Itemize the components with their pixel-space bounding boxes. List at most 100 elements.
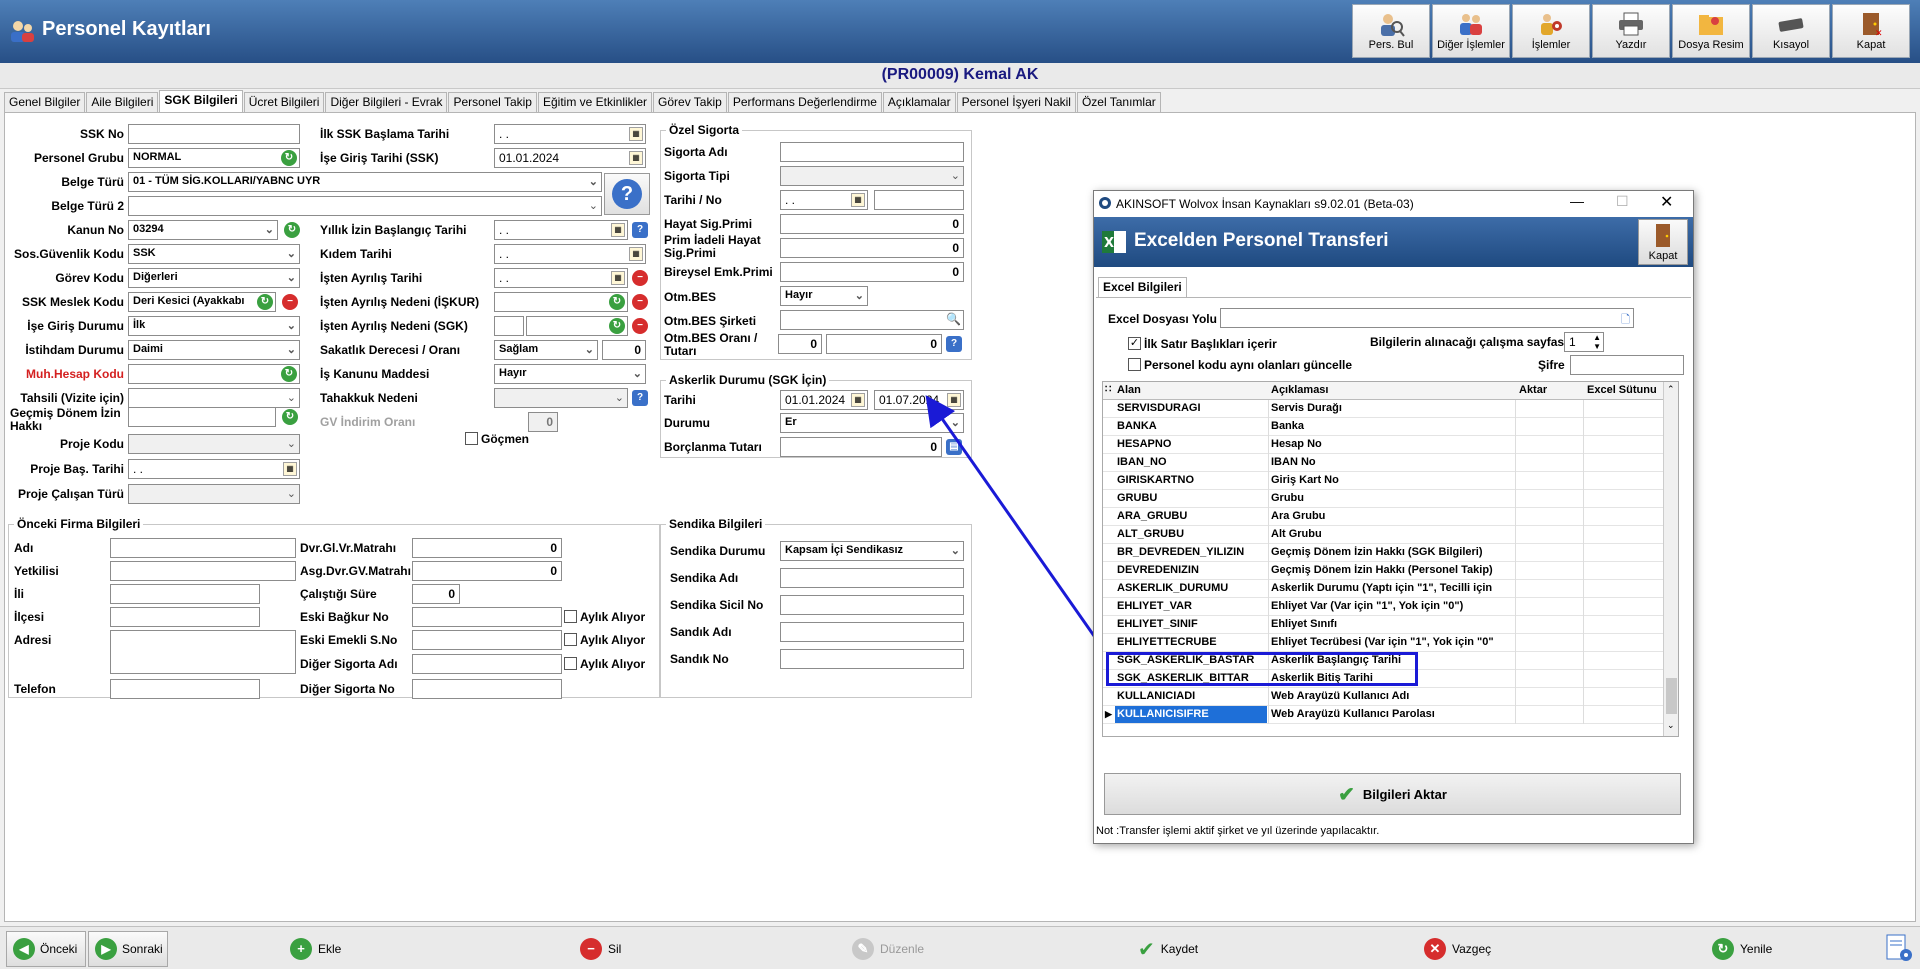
ayrilis-sgk-input[interactable]: ↻ bbox=[526, 316, 628, 336]
tab-ozel-tanimlar[interactable]: Özel Tanımlar bbox=[1076, 92, 1161, 112]
tahsili-select[interactable]: ⌄ bbox=[128, 388, 300, 408]
proje-bas-input[interactable]: . . ▦ bbox=[128, 459, 300, 479]
tab-isyeri-nakil[interactable]: Personel İşyeri Nakil bbox=[956, 92, 1076, 112]
bireysel-input[interactable]: 0 bbox=[780, 262, 964, 282]
col-excel-sutunu[interactable]: Excel Sütunu bbox=[1587, 384, 1657, 396]
diger-sig-no-input[interactable] bbox=[412, 679, 562, 699]
dialog-kapat-button[interactable]: Kapat bbox=[1638, 219, 1688, 265]
sheet-spinner[interactable]: 1 ▲ ▼ bbox=[1564, 332, 1604, 352]
table-row[interactable]: BR_DEVREDEN_YILIZIN Geçmiş Dönem İzin Hak… bbox=[1103, 544, 1663, 562]
tab-ucret-bilgileri[interactable]: Ücret Bilgileri bbox=[243, 92, 325, 112]
table-row[interactable]: BANKA Banka bbox=[1103, 418, 1663, 436]
info-icon[interactable]: ? bbox=[632, 390, 648, 406]
calendar-icon[interactable]: ▦ bbox=[611, 223, 625, 237]
eski-emekli-input[interactable] bbox=[412, 630, 562, 650]
yetkilisi-input[interactable] bbox=[110, 561, 296, 581]
sigorta-tipi-select[interactable]: ⌄ bbox=[780, 166, 964, 186]
kidem-input[interactable]: . . ▦ bbox=[494, 244, 646, 264]
clear-icon[interactable]: − bbox=[632, 270, 648, 286]
table-row[interactable]: EHLIYET_VAR Ehliyet Var (Var için "1", Yo… bbox=[1103, 598, 1663, 616]
belge-turu2-select[interactable]: ⌄ bbox=[128, 196, 602, 216]
diger-sig-adi-input[interactable] bbox=[412, 654, 562, 674]
adresi-textarea[interactable] bbox=[110, 630, 296, 674]
table-row[interactable]: SERVISDURAGI Servis Durağı bbox=[1103, 400, 1663, 418]
tab-genel-bilgiler[interactable]: Genel Bilgiler bbox=[4, 92, 86, 112]
prim-iadeli-input[interactable]: 0 bbox=[780, 238, 964, 258]
calendar-icon[interactable]: ▦ bbox=[283, 462, 297, 476]
kapat-button[interactable]: ✕ Kapat bbox=[1832, 4, 1910, 58]
emekli-aylik-checkbox[interactable] bbox=[564, 633, 577, 646]
ise-giris-durumu-select[interactable]: İlk ⌄ bbox=[128, 316, 300, 336]
table-row[interactable]: EHLIYET_SINIF Ehliyet Sınıfı bbox=[1103, 616, 1663, 634]
tahakkuk-select[interactable]: ⌄ bbox=[494, 388, 628, 408]
table-row[interactable]: DEVREDENIZIN Geçmiş Dönem İzin Hakkı (Per… bbox=[1103, 562, 1663, 580]
diger-aylik-checkbox[interactable] bbox=[564, 657, 577, 670]
kisayol-button[interactable]: Kısayol bbox=[1752, 4, 1830, 58]
table-row[interactable]: ASKERLIK_DURUMU Askerlik Durumu (Yaptı iç… bbox=[1103, 580, 1663, 598]
tab-aciklamalar[interactable]: Açıklamalar bbox=[882, 92, 956, 112]
gorev-kodu-select[interactable]: Diğerleri ⌄ bbox=[128, 268, 300, 288]
calendar-icon[interactable]: ▦ bbox=[629, 247, 643, 261]
table-row[interactable]: IBAN_NO IBAN No bbox=[1103, 454, 1663, 472]
ilcesi-input[interactable] bbox=[110, 607, 260, 627]
tab-sgk-bilgileri[interactable]: SGK Bilgileri bbox=[159, 90, 243, 112]
sakatlik-orani-input[interactable]: 0 bbox=[602, 340, 646, 360]
hayat-input[interactable]: 0 bbox=[780, 214, 964, 234]
table-row[interactable]: GIRISKARTNO Giriş Kart No bbox=[1103, 472, 1663, 490]
borclanma-input[interactable]: 0 bbox=[780, 437, 942, 457]
calistigi-input[interactable]: 0 bbox=[412, 584, 460, 604]
ssk-meslek-input[interactable]: Deri Kesici (Ayakkabı ↻ bbox=[128, 292, 276, 312]
sil-button[interactable]: − Sil bbox=[580, 935, 621, 963]
calendar-icon[interactable]: ▦ bbox=[851, 393, 865, 407]
muh-hesap-input[interactable]: ↻ bbox=[128, 364, 300, 384]
ilk-ssk-input[interactable]: . . ▦ bbox=[494, 124, 646, 144]
sigorta-tarihi-input[interactable]: . . ▦ bbox=[780, 190, 868, 210]
tab-egitim[interactable]: Eğitim ve Etkinlikler bbox=[537, 92, 653, 112]
telefon-input[interactable] bbox=[110, 679, 260, 699]
proje-calisan-select[interactable]: ⌄ bbox=[128, 484, 300, 504]
isten-ayrilis-input[interactable]: . . ▦ bbox=[494, 268, 628, 288]
close-icon[interactable]: ✕ bbox=[1660, 192, 1673, 212]
otm-bes-sirketi-input[interactable]: 🔍 bbox=[780, 310, 964, 330]
otm-bes-select[interactable]: Hayır ⌄ bbox=[780, 286, 868, 306]
search-icon[interactable]: 🔍 bbox=[946, 312, 961, 326]
ili-input[interactable] bbox=[110, 584, 260, 604]
document-settings-icon[interactable] bbox=[1884, 933, 1914, 963]
first-row-checkbox[interactable]: ✓ bbox=[1128, 337, 1141, 350]
otm-bes-orani-input[interactable]: 0 bbox=[778, 334, 822, 354]
col-aktar[interactable]: Aktar bbox=[1519, 384, 1547, 396]
col-aciklama[interactable]: Açıklaması bbox=[1271, 384, 1328, 396]
ayrilis-iskur-input[interactable]: ↻ bbox=[494, 292, 628, 312]
col-alan[interactable]: Alan bbox=[1117, 384, 1141, 396]
lookup-icon[interactable]: ↻ bbox=[257, 294, 273, 310]
maximize-icon[interactable]: ☐ bbox=[1616, 193, 1629, 210]
refresh-icon[interactable]: ↻ bbox=[282, 409, 298, 425]
info-icon[interactable]: ? bbox=[632, 222, 648, 238]
askerlik-baslangic-input[interactable]: 01.01.2024 ▦ bbox=[780, 390, 868, 410]
vazgec-button[interactable]: ✕ Vazgeç bbox=[1424, 935, 1491, 963]
dosya-resim-button[interactable]: Dosya Resim bbox=[1672, 4, 1750, 58]
table-row[interactable]: GRUBU Grubu bbox=[1103, 490, 1663, 508]
file-browse-icon[interactable]: 🗋 bbox=[1621, 311, 1630, 327]
update-checkbox[interactable] bbox=[1128, 358, 1141, 371]
onceki-button[interactable]: ◀ Önceki bbox=[6, 931, 86, 967]
tab-gorev-takip[interactable]: Görev Takip bbox=[653, 92, 727, 112]
pers-bul-button[interactable]: Pers. Bul bbox=[1352, 4, 1430, 58]
scroll-up-icon[interactable]: ⌃ bbox=[1667, 384, 1675, 395]
table-row[interactable]: HESAPNO Hesap No bbox=[1103, 436, 1663, 454]
ise-giris-ssk-input[interactable]: 01.01.2024 ▦ bbox=[494, 148, 646, 168]
table-row[interactable]: EHLIYETTECRUBE Ehliyet Tecrübesi (Var içi… bbox=[1103, 634, 1663, 652]
otm-bes-tutari-input[interactable]: 0 bbox=[826, 334, 942, 354]
belge-turu-select[interactable]: 01 - TÜM SİG.KOLLARI/YABNC UYR ⌄ bbox=[128, 172, 602, 192]
gecmis-donem-input[interactable] bbox=[128, 407, 276, 427]
is-kanunu-select[interactable]: Hayır ⌄ bbox=[494, 364, 646, 384]
firma-adi-input[interactable] bbox=[110, 538, 296, 558]
transfer-button[interactable]: ✔ Bilgileri Aktar bbox=[1104, 773, 1681, 815]
personel-grubu-input[interactable]: NORMAL ↻ bbox=[128, 148, 300, 168]
ssk-no-input[interactable] bbox=[128, 124, 300, 144]
grid-scrollbar[interactable]: ⌃ ⌄ bbox=[1663, 382, 1678, 736]
excel-path-input[interactable]: 🗋 bbox=[1220, 308, 1634, 328]
spinner-arrows-icon[interactable]: ▲ ▼ bbox=[1593, 333, 1601, 351]
clear-icon[interactable]: − bbox=[282, 294, 298, 310]
table-row[interactable]: KULLANICIADI Web Arayüzü Kullanıcı Adı bbox=[1103, 688, 1663, 706]
